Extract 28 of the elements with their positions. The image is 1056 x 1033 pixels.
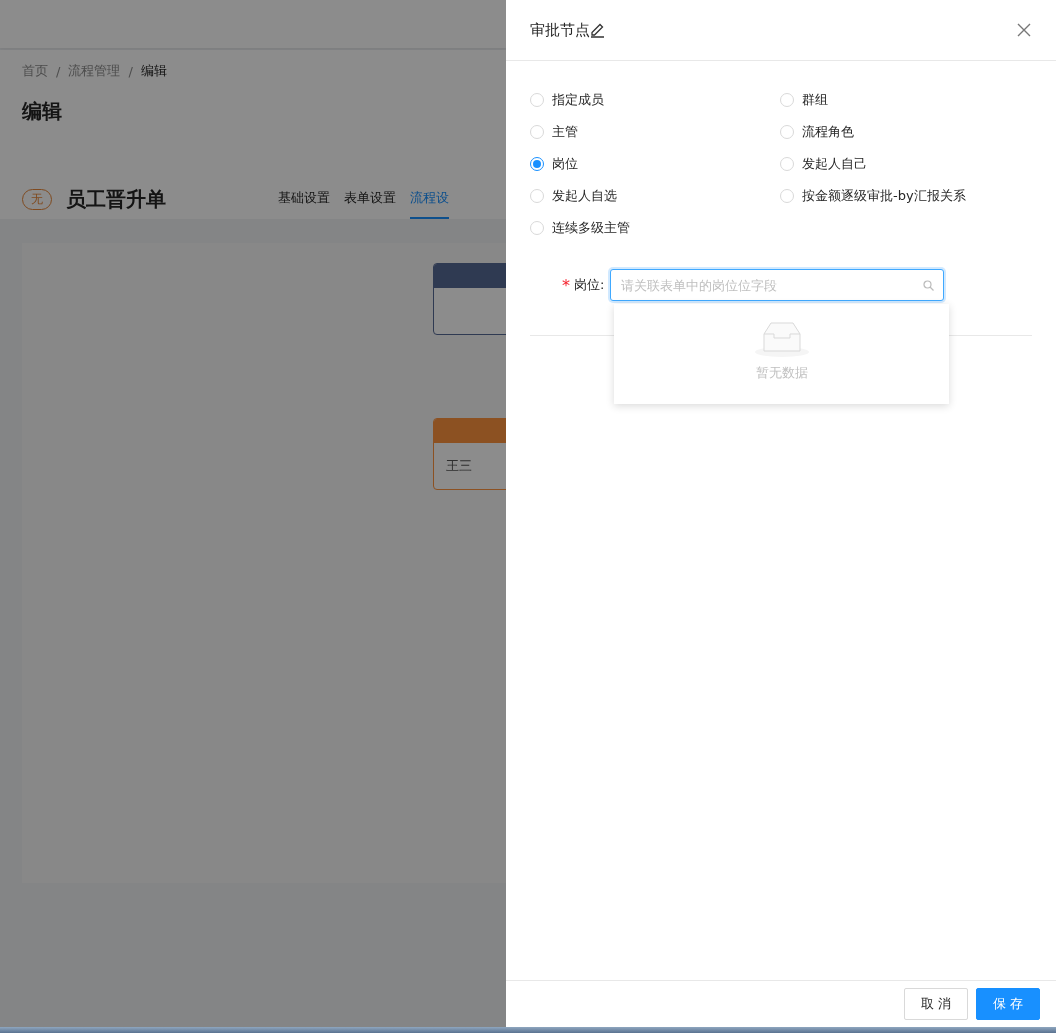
breadcrumb-separator: / bbox=[56, 63, 61, 79]
search-icon bbox=[923, 280, 935, 291]
breadcrumb-separator: / bbox=[128, 63, 133, 79]
radio-option[interactable]: 流程角色 bbox=[780, 121, 1030, 143]
tab[interactable]: 基础设置 bbox=[278, 179, 330, 219]
radio-option[interactable]: 群组 bbox=[780, 89, 1030, 111]
form-name: 员工晋升单 bbox=[66, 185, 167, 213]
pencil-icon[interactable] bbox=[590, 22, 605, 38]
node-text: 王三 bbox=[446, 457, 472, 475]
radio-option[interactable]: 指定成员 bbox=[530, 89, 780, 111]
close-button[interactable] bbox=[1016, 22, 1032, 38]
radio-option[interactable]: 主管 bbox=[530, 121, 780, 143]
tab[interactable]: 表单设置 bbox=[344, 179, 396, 219]
cancel-button[interactable]: 取 消 bbox=[903, 988, 968, 1020]
drawer-title: 审批节点 bbox=[530, 20, 590, 40]
page-title: 编辑 bbox=[22, 98, 63, 125]
empty-text: 暂无数据 bbox=[755, 364, 808, 382]
flow-node[interactable]: 王三 bbox=[433, 418, 506, 490]
empty-inbox-icon bbox=[753, 320, 810, 358]
position-select[interactable]: 请关联表单中的岗位位字段 bbox=[610, 269, 945, 301]
radio-option[interactable]: 发起人自己 bbox=[780, 153, 1030, 175]
required-mark: * bbox=[562, 275, 570, 295]
radio-option[interactable]: 按金额逐级审批-by汇报关系 bbox=[780, 185, 1030, 207]
field-label: 岗位: bbox=[574, 276, 605, 294]
radio-option[interactable]: 连续多级主管 bbox=[530, 217, 780, 239]
breadcrumb-link[interactable]: 编辑 bbox=[140, 62, 167, 80]
radio-option[interactable]: 发起人自选 bbox=[530, 185, 780, 207]
radio-option[interactable]: 岗位 bbox=[530, 153, 780, 175]
